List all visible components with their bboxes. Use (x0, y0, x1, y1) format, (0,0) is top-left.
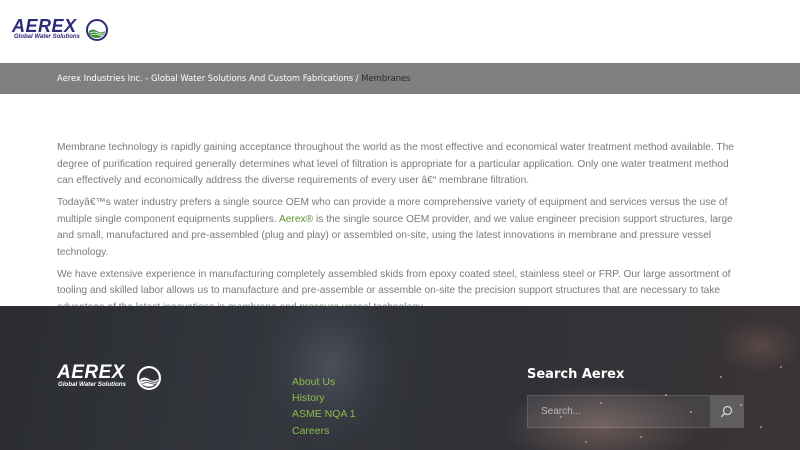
content-paragraph: Membrane technology is rapidly gaining a… (57, 142, 734, 186)
breadcrumb-bar: Aerex Industries Inc. - Global Water Sol… (0, 63, 800, 94)
footer-link-asme-nqa-1[interactable]: ASME NQA 1 (292, 406, 356, 422)
search-icon (720, 405, 733, 418)
aerex-link[interactable]: Aerex® (279, 214, 313, 225)
breadcrumb: Aerex Industries Inc. - Global Water Sol… (57, 73, 411, 83)
globe-wave-icon (86, 19, 108, 41)
footer-logo[interactable]: AEREX Global Water Solutions (57, 362, 167, 393)
content-paragraph: Todayâ€™s water industry prefers a singl… (57, 197, 733, 258)
breadcrumb-current: Membranes (361, 73, 411, 83)
footer-link-about-us[interactable]: About Us (292, 374, 356, 390)
search-input[interactable] (528, 396, 712, 427)
globe-wave-icon (137, 366, 161, 390)
footer-links: About Us History ASME NQA 1 Careers (292, 374, 356, 439)
footer-link-history[interactable]: History (292, 390, 356, 406)
breadcrumb-separator: / (355, 73, 359, 83)
footer-link-careers[interactable]: Careers (292, 423, 356, 439)
aerex-logo[interactable]: AEREX Global Water Solutions (12, 16, 108, 44)
breadcrumb-home-link[interactable]: Aerex Industries Inc. - Global Water Sol… (57, 73, 353, 83)
logo-tagline: Global Water Solutions (14, 34, 80, 40)
search-heading: Search Aerex (527, 367, 625, 382)
search-form (527, 395, 744, 428)
footer-logo-tagline: Global Water Solutions (58, 381, 126, 388)
site-footer: AEREX Global Water Solutions About Us Hi… (0, 306, 800, 450)
main-content: Membrane technology is rapidly gaining a… (57, 140, 747, 322)
search-button[interactable] (710, 396, 743, 427)
site-header: AEREX Global Water Solutions (0, 0, 800, 63)
